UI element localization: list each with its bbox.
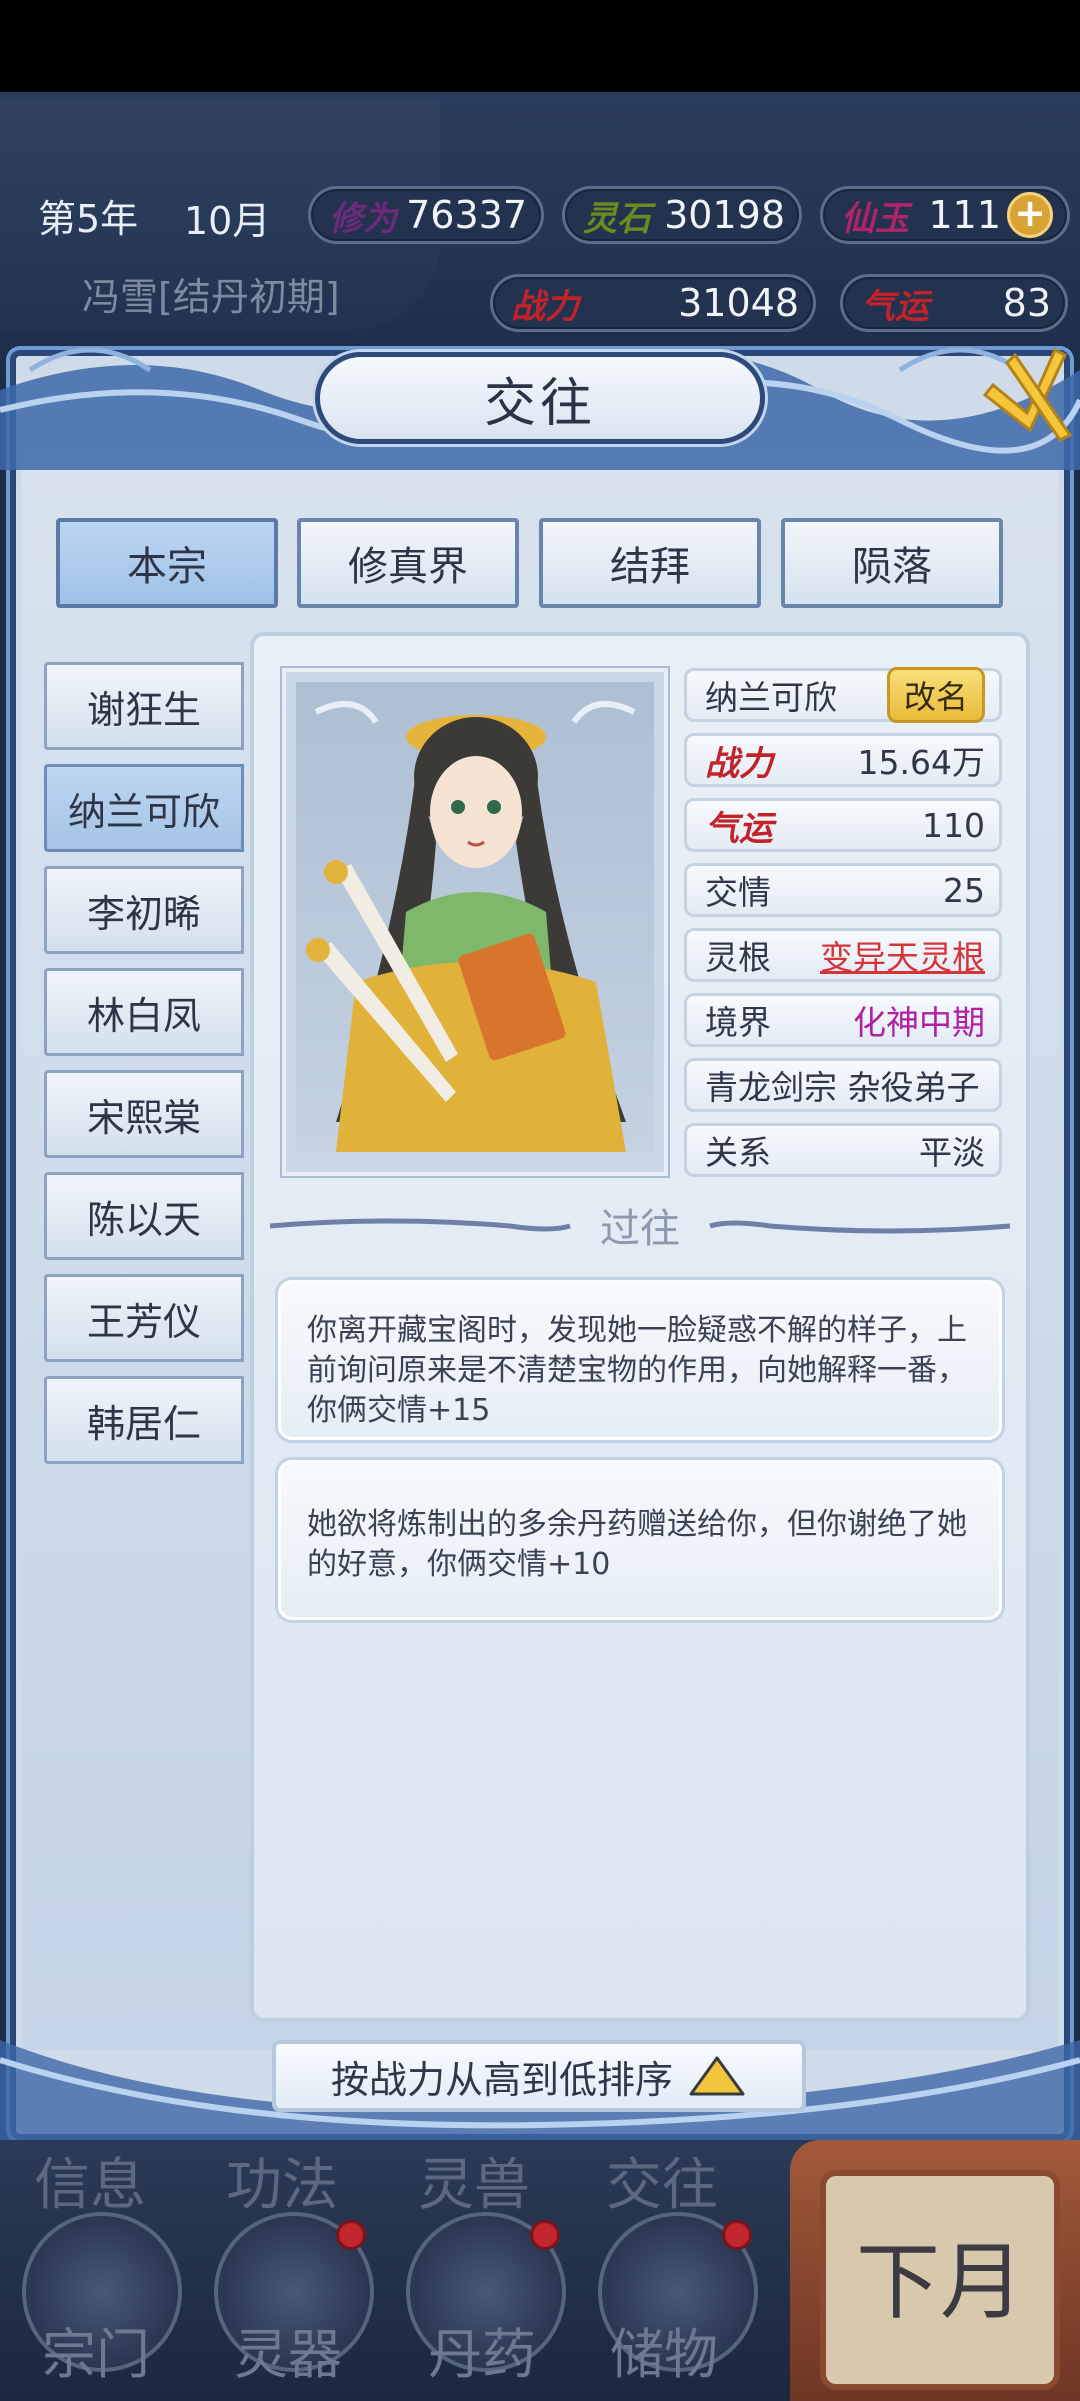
- player-name: 冯雪[结丹初期]: [82, 275, 340, 319]
- spirit-root-row-value[interactable]: 变异天灵根: [820, 931, 985, 979]
- list-item[interactable]: 谢狂生: [44, 662, 244, 750]
- nav-top-label[interactable]: 信息: [34, 2140, 146, 2221]
- history-title: 过往: [600, 1206, 680, 1252]
- immortal-jade-value: 111: [928, 193, 1001, 237]
- storage-alert-dot: [722, 2220, 752, 2250]
- spirit-root-row: 灵根 变异天灵根: [684, 928, 1002, 982]
- year-label: 第5年: [38, 197, 139, 241]
- tab-fallen[interactable]: 陨落: [781, 518, 1003, 608]
- rename-button[interactable]: 改名: [886, 667, 985, 723]
- history-card: 她欲将炼制出的多余丹药赠送给你，但你谢绝了她的好意，你俩交情+10: [278, 1460, 1002, 1620]
- add-jade-icon[interactable]: +: [1007, 192, 1053, 238]
- history-text: 你离开藏宝阁时，发现她一脸疑惑不解的样子，上前询问原来是不清楚宝物的作用，向她解…: [307, 1313, 967, 1428]
- nav-label-storage[interactable]: 储物: [610, 2310, 718, 2389]
- combat-label: 战力: [511, 286, 579, 327]
- artifact-alert-dot: [336, 2220, 366, 2250]
- luck-stat: 气运 83: [840, 274, 1068, 332]
- list-item[interactable]: 李初晞: [44, 866, 244, 954]
- spirit-stone-stat: 灵石 30198: [562, 186, 802, 244]
- combat-value: 31048: [678, 281, 799, 325]
- friendship-row-value: 25: [943, 870, 985, 910]
- combat-row-value: 15.64万: [857, 743, 985, 782]
- list-item[interactable]: 陈以天: [44, 1172, 244, 1260]
- luck-row-value: 110: [922, 805, 985, 845]
- luck-value: 83: [1002, 281, 1051, 325]
- realm-row-label: 境界: [705, 1003, 771, 1042]
- nav-top-label[interactable]: 灵兽: [418, 2140, 530, 2221]
- title-plate: 交往: [315, 352, 765, 444]
- pill-alert-dot: [530, 2220, 560, 2250]
- spirit-stone-label: 灵石: [583, 198, 651, 239]
- next-month-label[interactable]: 下月: [830, 2215, 1050, 2336]
- combat-row-label: 战力: [705, 743, 773, 784]
- nav-label-artifact[interactable]: 灵器: [234, 2310, 342, 2389]
- tab-cultivation-world[interactable]: 修真界: [297, 518, 519, 608]
- cultivation-stat: 修为 76337: [308, 186, 544, 244]
- spirit-root-row-label: 灵根: [705, 938, 771, 977]
- immortal-jade-stat: 仙玉 111 +: [820, 186, 1070, 244]
- spirit-stone-value: 30198: [664, 193, 785, 237]
- character-name: 纳兰可欣: [705, 678, 837, 717]
- list-item[interactable]: 纳兰可欣: [44, 764, 244, 852]
- list-item[interactable]: 林白凤: [44, 968, 244, 1056]
- nav-top-label[interactable]: 功法: [226, 2140, 338, 2221]
- history-card: 你离开藏宝阁时，发现她一脸疑惑不解的样子，上前询问原来是不清楚宝物的作用，向她解…: [278, 1280, 1002, 1440]
- nav-top-label[interactable]: 交往: [606, 2140, 718, 2221]
- nav-label-sect[interactable]: 宗门: [42, 2310, 150, 2389]
- sect-role-value: 青龙剑宗 杂役弟子: [705, 1068, 980, 1107]
- friendship-row-label: 交情: [705, 873, 771, 912]
- luck-row: 气运 110: [684, 798, 1002, 852]
- list-item[interactable]: 宋熙棠: [44, 1070, 244, 1158]
- list-item[interactable]: 韩居仁: [44, 1376, 244, 1464]
- nav-label-pill[interactable]: 丹药: [428, 2310, 536, 2389]
- friendship-row: 交情 25: [684, 863, 1002, 917]
- tab-sect[interactable]: 本宗: [56, 518, 278, 608]
- name-row: 纳兰可欣 改名: [684, 667, 1002, 723]
- page-title: 交往: [483, 373, 596, 434]
- tab-sworn[interactable]: 结拜: [539, 518, 761, 608]
- sort-button[interactable]: 按战力从高到低排序: [272, 2040, 806, 2112]
- character-portrait: [296, 682, 654, 1152]
- relationship-row-label: 关系: [705, 1133, 771, 1172]
- combat-row: 战力 15.64万: [684, 733, 1002, 787]
- month-label: 10月: [184, 199, 271, 243]
- sort-triangle-icon: [689, 2056, 745, 2096]
- immortal-jade-label: 仙玉: [841, 198, 909, 239]
- cultivation-label: 修为: [329, 198, 397, 239]
- cultivation-value: 76337: [406, 193, 527, 237]
- realm-row: 境界 化神中期: [684, 993, 1002, 1047]
- relationship-row: 关系 平淡: [684, 1123, 1002, 1177]
- list-item[interactable]: 王芳仪: [44, 1274, 244, 1362]
- sort-label: 按战力从高到低排序: [330, 2057, 673, 2102]
- sect-role-row: 青龙剑宗 杂役弟子: [684, 1058, 1002, 1112]
- luck-row-label: 气运: [705, 808, 773, 849]
- status-bar: [0, 0, 1080, 92]
- history-text: 她欲将炼制出的多余丹药赠送给你，但你谢绝了她的好意，你俩交情+10: [307, 1507, 967, 1582]
- close-icon[interactable]: [975, 335, 1075, 455]
- relationship-row-value: 平淡: [919, 1133, 985, 1172]
- luck-label: 气运: [861, 286, 929, 327]
- combat-stat: 战力 31048: [490, 274, 816, 332]
- character-illustration: [306, 701, 636, 1152]
- realm-row-value: 化神中期: [853, 1003, 985, 1042]
